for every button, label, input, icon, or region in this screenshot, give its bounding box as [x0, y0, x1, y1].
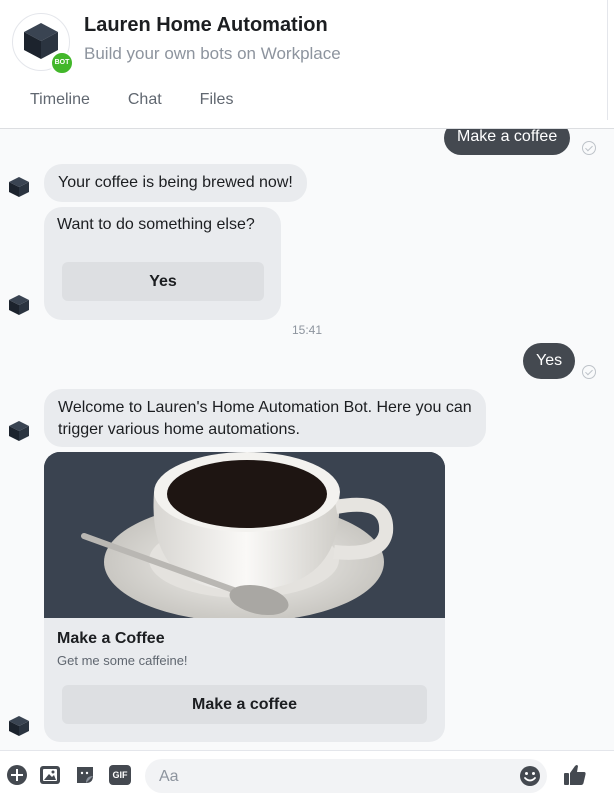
panel-divider [607, 0, 614, 120]
message-list[interactable]: Make a coffee Your coffee is being brewe… [0, 129, 614, 750]
card-title: Make a Coffee [57, 630, 165, 647]
read-receipt-icon [582, 365, 596, 379]
emoji-icon[interactable] [519, 765, 541, 787]
tab-bar: Timeline Chat Files [30, 91, 271, 109]
message-input[interactable] [157, 759, 511, 795]
tab-chat[interactable]: Chat [128, 91, 162, 109]
bot-cube-icon [9, 716, 29, 736]
card-subtitle: Get me some caffeine! [57, 653, 188, 668]
message-input-container[interactable] [145, 759, 547, 795]
page-title: Lauren Home Automation [84, 14, 328, 36]
page-subtitle: Build your own bots on Workplace [84, 44, 341, 63]
read-receipt-icon [582, 141, 596, 155]
bot-message: Welcome to Lauren's Home Automation Bot.… [44, 389, 486, 447]
add-icon[interactable] [6, 764, 28, 786]
bot-cube-icon [9, 295, 29, 315]
bot-cube-icon [9, 177, 29, 197]
message-timestamp: 15:41 [291, 323, 323, 337]
tab-timeline[interactable]: Timeline [30, 91, 90, 109]
thumbs-up-icon[interactable] [562, 762, 588, 788]
bot-message: Want to do something else? [57, 216, 255, 233]
generic-template-card: Make a Coffee Get me some caffeine! Make… [44, 452, 445, 742]
yes-button[interactable]: Yes [62, 262, 264, 301]
bot-quick-reply-card: Want to do something else? Yes [44, 207, 281, 320]
coffee-illustration [44, 452, 445, 618]
chat-header: BOT Lauren Home Automation Build your ow… [0, 0, 614, 129]
tab-files[interactable]: Files [200, 91, 234, 109]
photo-icon[interactable] [39, 764, 61, 786]
message-composer: GIF [0, 750, 614, 801]
bot-badge: BOT [50, 51, 74, 75]
gif-icon[interactable]: GIF [109, 765, 131, 785]
bot-message: Your coffee is being brewed now! [44, 164, 307, 202]
user-message: Yes [523, 343, 576, 379]
bot-cube-icon [9, 421, 29, 441]
make-coffee-button[interactable]: Make a coffee [62, 685, 427, 724]
sticker-icon[interactable] [74, 764, 96, 786]
coffee-cup-image [44, 452, 445, 618]
bot-avatar[interactable]: BOT [12, 13, 74, 75]
user-message: Make a coffee [444, 129, 571, 155]
